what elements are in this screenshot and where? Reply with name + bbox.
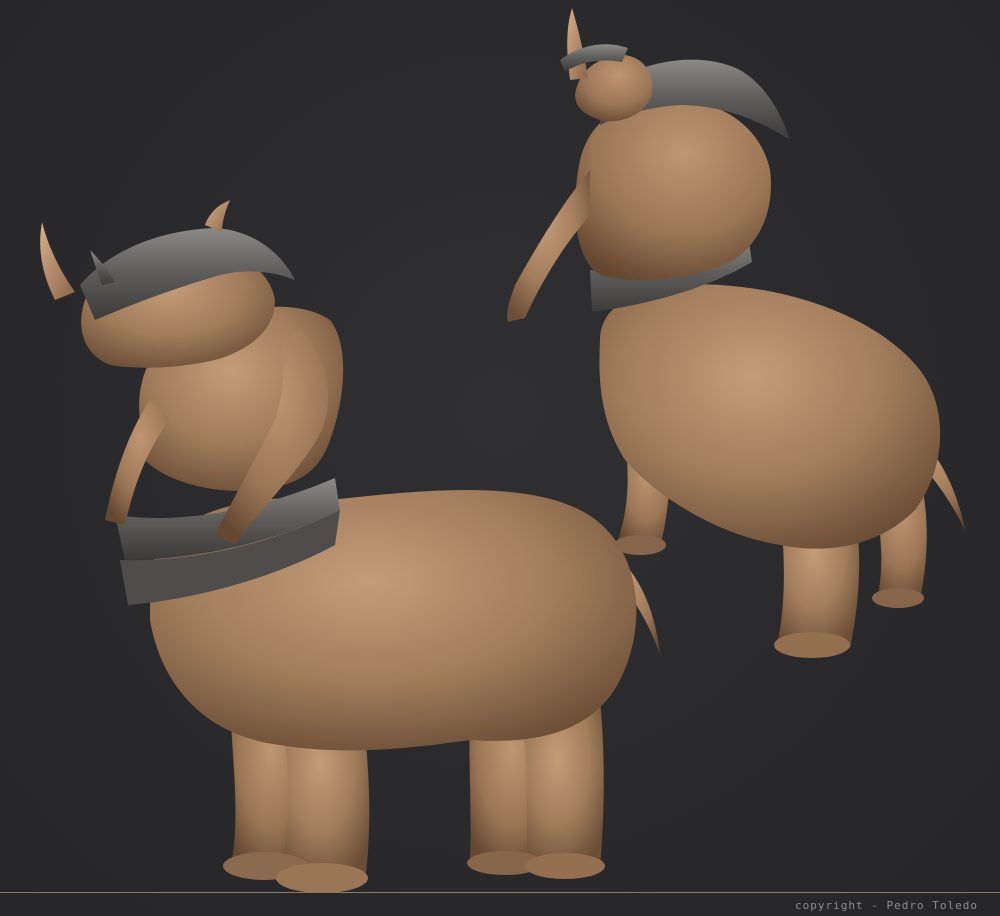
centaur-rhino-front-figure [40, 200, 660, 893]
render-canvas: copyright - Pedro Toledo [0, 0, 1000, 916]
copyright-text: copyright - Pedro Toledo [795, 899, 978, 912]
footer-rule [0, 892, 1000, 893]
sculpt-render [40, 8, 965, 893]
